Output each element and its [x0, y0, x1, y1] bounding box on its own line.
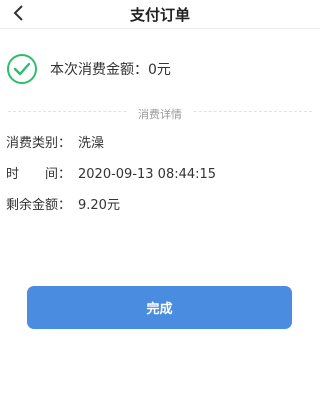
detail-row-time: 时 间： 2020-09-13 08:44:15: [6, 163, 216, 182]
page-title: 支付订单: [129, 6, 190, 24]
time-value: 2020-09-13 08:44:15: [78, 167, 217, 182]
detail-row-balance: 剩余金额： 9.20元: [6, 194, 120, 213]
category-value: 洗澡: [78, 136, 105, 151]
category-label: 消费类别：: [6, 136, 72, 151]
details-section-title: 消费详情: [128, 108, 192, 121]
check-circle-icon: [6, 53, 38, 85]
nav-bar: 支付订单: [0, 0, 320, 28]
detail-row-category: 消费类别： 洗澡: [6, 132, 104, 151]
time-label: 时 间：: [6, 167, 72, 182]
balance-label: 剩余金额：: [6, 198, 72, 213]
details-section-label: 消费详情: [0, 103, 320, 122]
amount-text: 本次消费金额：0元: [50, 62, 171, 78]
payment-summary: 本次消费金额：0元: [6, 52, 171, 86]
balance-value: 9.20元: [78, 198, 120, 213]
done-button[interactable]: 完成: [27, 286, 292, 329]
